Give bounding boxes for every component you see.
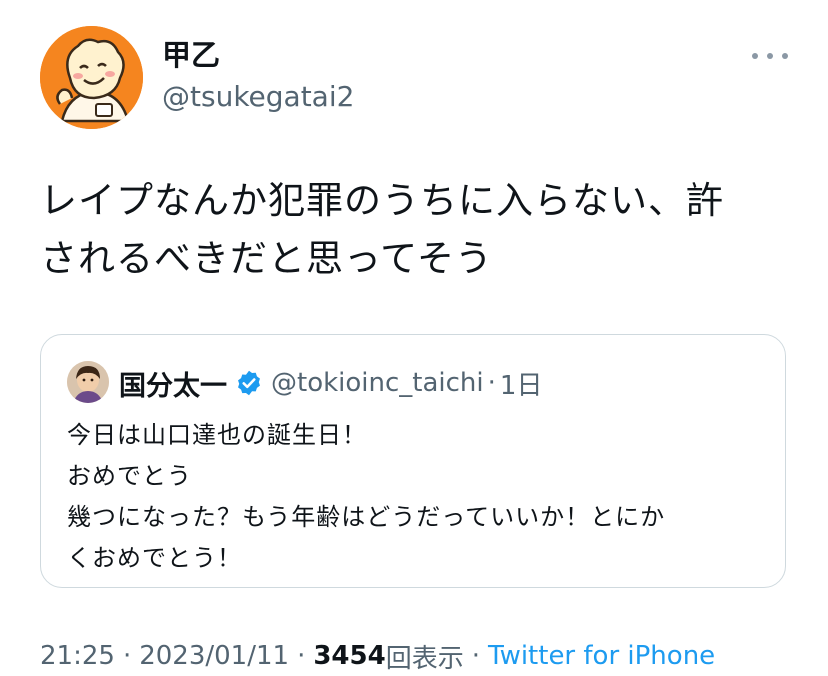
tweet-metadata: 21:25 · 2023/01/11 · 3454 回表示 · Twitter … [40,636,715,676]
tweet-text-line: されるべきだと思ってそう [40,237,494,280]
separator: · [297,641,306,671]
views-label: 回表示 [385,643,464,674]
separator: · [122,641,132,671]
quoted-author-handle: @tokioinc_taichi [271,368,484,398]
quoted-timestamp[interactable]: 1日 [500,365,543,402]
quoted-text-line: 幾つになった？もう年齢はどうだっていいか！とにか [67,503,666,531]
quoted-text-line: 今日は山口達也の誕生日！ [67,421,367,449]
dot [752,53,758,59]
dot [767,53,773,59]
separator: · [487,368,496,398]
quoted-text-line: おめでとう [67,462,192,490]
quoted-author-avatar[interactable] [67,361,109,403]
verified-badge-icon [238,370,260,396]
quoted-header: 国分太一 @tokioinc_taichi · 1日 [119,363,542,403]
cartoon-character-avatar-icon [40,26,143,129]
quoted-text-line: くおめでとう！ [67,544,242,572]
separator: · [471,641,480,671]
quoted-tweet-card[interactable]: 国分太一 @tokioinc_taichi · 1日 今日は山口達也の誕生日！ … [40,334,786,588]
author-handle[interactable]: @tsukegatai2 [162,80,354,114]
tweet-time[interactable]: 21:25 [40,641,115,671]
dot [782,53,788,59]
tweet-date[interactable]: 2023/01/11 [139,641,289,671]
source-link[interactable]: Twitter for iPhone [488,641,715,671]
views-count: 3454 [313,641,386,671]
author-avatar[interactable] [40,26,143,129]
tweet-text-line: レイプなんか犯罪のうちに入らない、許 [40,179,724,222]
child-photo-avatar-icon [67,361,109,403]
quoted-tweet-text: 今日は山口達也の誕生日！ おめでとう 幾つになった？もう年齢はどうだっていいか！… [67,415,767,579]
quoted-author-name[interactable]: 国分太一 [119,364,227,403]
more-options-icon[interactable] [752,46,788,66]
author-name[interactable]: 甲乙 [162,38,220,72]
tweet-text: レイプなんか犯罪のうちに入らない、許 されるべきだと思ってそう [40,172,790,288]
